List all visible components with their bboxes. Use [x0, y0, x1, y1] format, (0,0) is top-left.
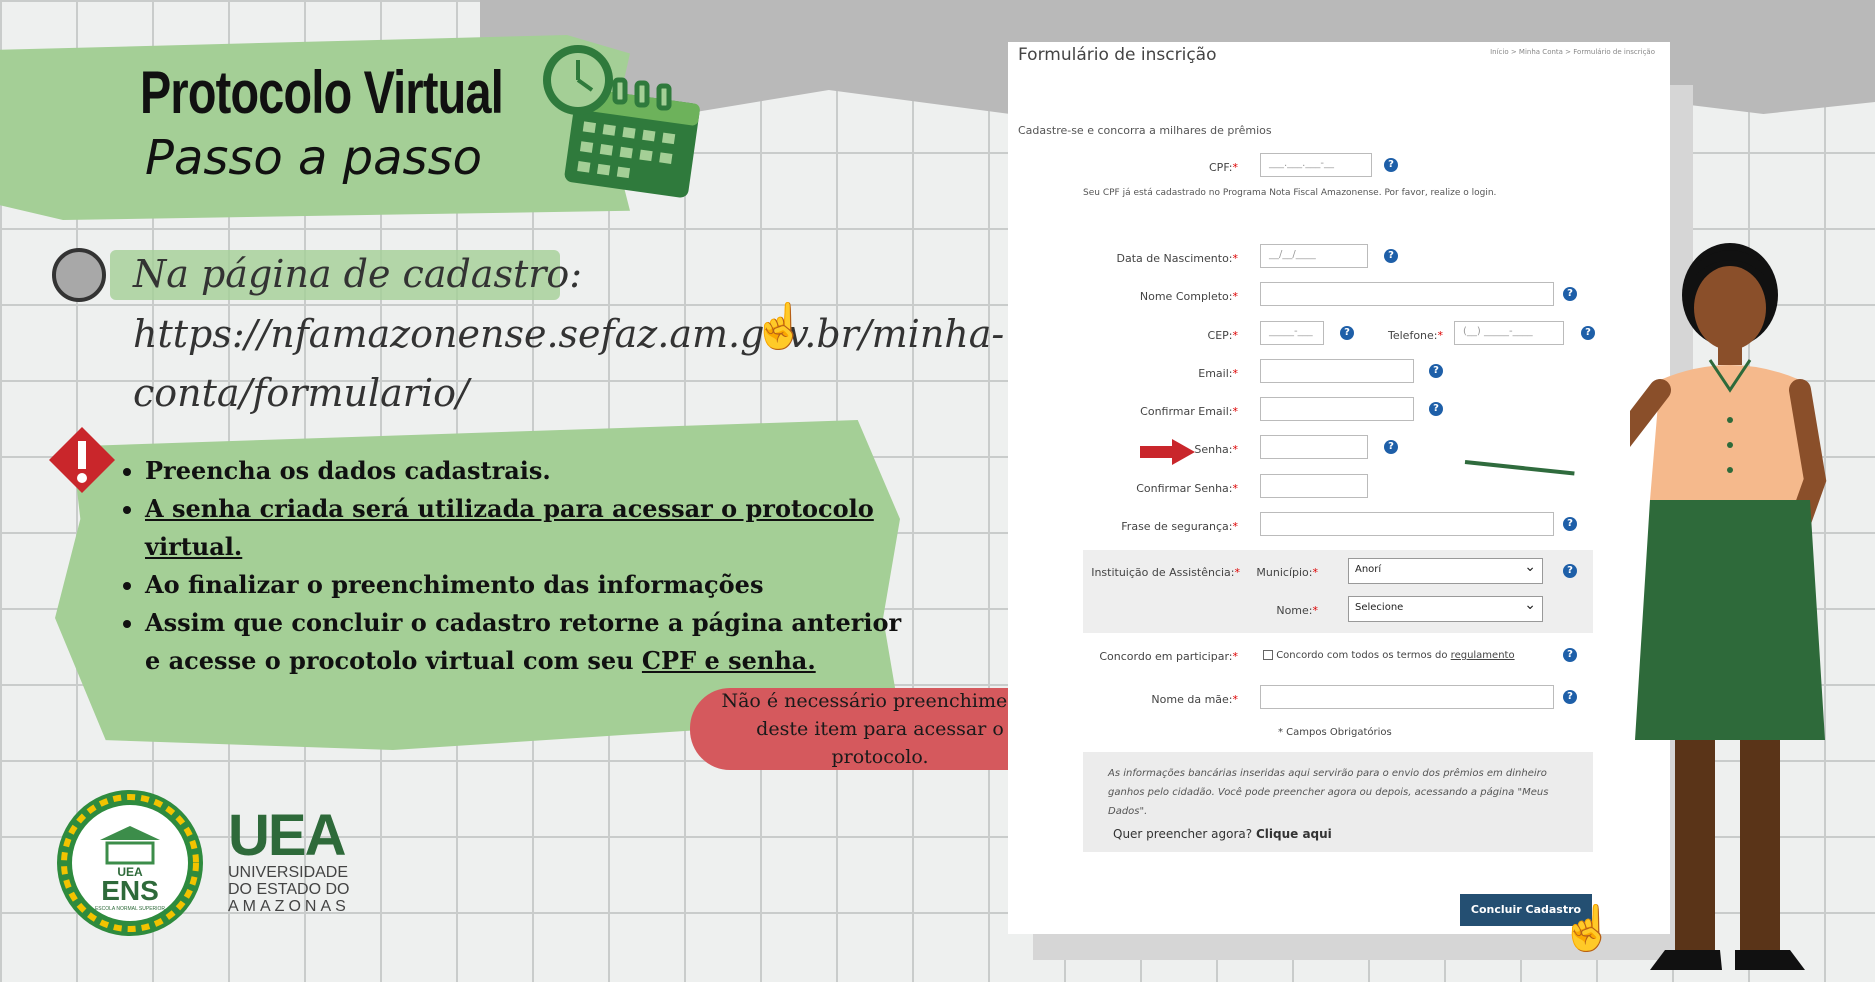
instruction-item: Ao finalizar o preenchimento das informa…	[145, 566, 905, 604]
page-subtitle: Passo a passo	[145, 130, 482, 186]
cpf-input[interactable]: ___.___.___-__	[1260, 153, 1372, 177]
email-input[interactable]	[1260, 359, 1414, 383]
form-title: Formulário de inscrição	[1018, 45, 1217, 65]
help-icon[interactable]: ?	[1429, 402, 1443, 416]
uea-line: AMAZONAS	[228, 898, 350, 915]
cep-input[interactable]: _____-___	[1260, 321, 1324, 345]
nome-instituicao-select[interactable]: Selecione	[1348, 596, 1543, 622]
required-fields-note: * Campos Obrigatórios	[1278, 727, 1392, 738]
cpf-note: Seu CPF já está cadastrado no Programa N…	[1083, 188, 1497, 198]
uea-line: UNIVERSIDADE	[228, 864, 349, 881]
ens-main-text: ENS	[101, 875, 159, 906]
frase-label: Frase de segurança:*	[1121, 520, 1238, 533]
instruction-item: Assim que concluir o cadastro retorne a …	[145, 604, 905, 680]
help-icon[interactable]: ?	[1384, 158, 1398, 172]
help-icon[interactable]: ?	[1563, 648, 1577, 662]
ens-logo: UEA ENS ESCOLA NORMAL SUPERIOR	[57, 790, 203, 936]
cadastro-url-line2[interactable]: conta/formulario/	[133, 371, 469, 415]
concordo-text: Concordo com todos os termos do	[1276, 650, 1451, 661]
help-icon[interactable]: ?	[1563, 287, 1577, 301]
help-icon[interactable]: ?	[1563, 517, 1577, 531]
senha-input[interactable]	[1260, 435, 1368, 459]
help-icon[interactable]: ?	[1581, 326, 1595, 340]
cpf-label: CPF:*	[1209, 161, 1238, 174]
breadcrumb[interactable]: Início > Minha Conta > Formulário de ins…	[1490, 48, 1655, 56]
hand-cursor-icon: ☝	[1560, 904, 1615, 953]
mae-input[interactable]	[1260, 685, 1554, 709]
nome-instituicao-label: Nome:*	[1276, 604, 1318, 617]
nome-input[interactable]	[1260, 282, 1554, 306]
telefone-input[interactable]: (__) _____-____	[1454, 321, 1564, 345]
ens-sub-text: ESCOLA NORMAL SUPERIOR	[95, 906, 165, 912]
instruction-item: Preencha os dados cadastrais.	[145, 452, 905, 490]
concordo-label: Concordo em participar:*	[1099, 650, 1238, 663]
warning-icon	[49, 427, 115, 493]
cadastro-heading: Na página de cadastro:	[133, 252, 583, 296]
senha-note: A senha criada será utilizada para acess…	[145, 494, 874, 561]
instructions-list: Preencha os dados cadastrais. A senha cr…	[115, 452, 905, 680]
uea-line: DO ESTADO DO	[228, 881, 350, 898]
confirmar-senha-label: Confirmar Senha:*	[1136, 482, 1238, 495]
municipio-label: Município:*	[1256, 566, 1318, 579]
cpf-senha-text: CPF e senha.	[641, 646, 816, 675]
nome-label: Nome Completo:*	[1139, 290, 1238, 303]
help-icon[interactable]: ?	[1429, 364, 1443, 378]
help-icon[interactable]: ?	[1384, 249, 1398, 263]
registration-form-screenshot: Formulário de inscrição Início > Minha C…	[1008, 42, 1670, 934]
nascimento-input[interactable]: __/__/____	[1260, 244, 1368, 268]
regulamento-link[interactable]: regulamento	[1451, 650, 1515, 661]
nascimento-label: Data de Nascimento:*	[1116, 252, 1238, 265]
cep-label: CEP:*	[1207, 329, 1238, 342]
concordo-field: Concordo com todos os termos do regulame…	[1263, 650, 1515, 661]
bullet-circle	[52, 248, 106, 302]
form-subtitle: Cadastre-se e concorra a milhares de prê…	[1018, 124, 1272, 137]
confirmar-email-input[interactable]	[1260, 397, 1414, 421]
teacher-illustration	[1630, 243, 1827, 970]
instruction-item: A senha criada será utilizada para acess…	[145, 490, 905, 566]
cadastro-url-line1[interactable]: https://nfamazonense.sefaz.am.gov.br/min…	[133, 312, 1004, 356]
concordo-checkbox[interactable]	[1263, 650, 1273, 660]
confirmar-email-label: Confirmar Email:*	[1140, 405, 1238, 418]
uea-logo: UEA UNIVERSIDADE DO ESTADO DO AMAZONAS	[228, 803, 350, 916]
municipio-select[interactable]: Anorí	[1348, 558, 1543, 584]
senha-label: Senha:*	[1194, 443, 1238, 456]
frase-input[interactable]	[1260, 512, 1554, 536]
help-icon[interactable]: ?	[1563, 690, 1577, 704]
help-icon[interactable]: ?	[1384, 440, 1398, 454]
help-icon[interactable]: ?	[1563, 564, 1577, 578]
info-question: Quer preencher agora? Clique aqui	[1113, 827, 1332, 841]
info-text: As informações bancárias inseridas aqui …	[1108, 768, 1549, 817]
telefone-label: Telefone:*	[1388, 329, 1443, 342]
page-title: Protocolo Virtual	[140, 59, 504, 126]
uea-logo-mark: UEA	[228, 803, 346, 868]
clique-aqui-link[interactable]: Clique aqui	[1256, 827, 1332, 841]
email-label: Email:*	[1198, 367, 1238, 380]
instituicao-label: Instituição de Assistência:*	[1091, 566, 1240, 579]
hand-cursor-icon: ☝	[752, 302, 807, 351]
help-icon[interactable]: ?	[1340, 326, 1354, 340]
mae-label: Nome da mãe:*	[1151, 693, 1238, 706]
calendar-clock-icon	[543, 45, 700, 198]
confirmar-senha-input[interactable]	[1260, 474, 1368, 498]
